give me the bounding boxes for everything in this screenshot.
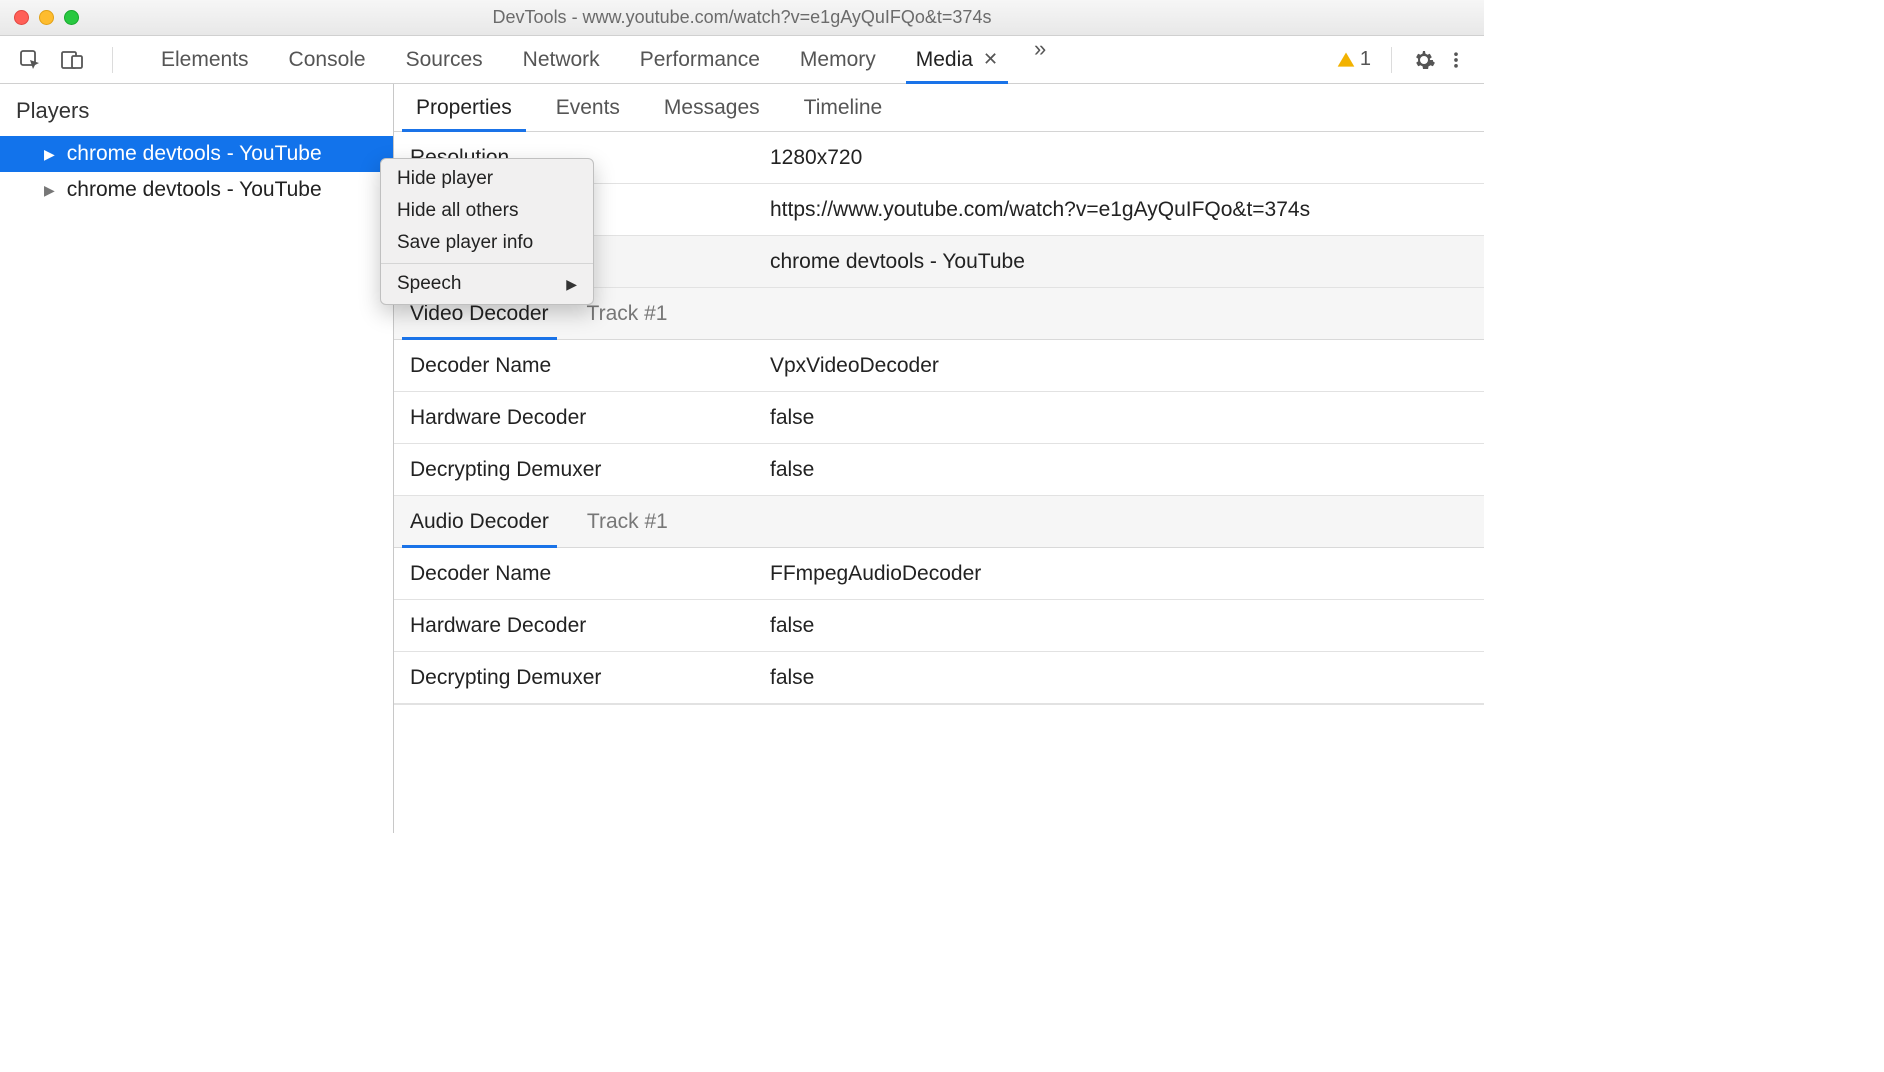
property-value: chrome devtools - YouTube: [762, 250, 1484, 274]
subtab-label: Messages: [664, 96, 760, 120]
property-value: false: [762, 406, 1484, 430]
context-menu-item-speech[interactable]: Speech ▶: [381, 268, 593, 300]
subtab-events[interactable]: Events: [534, 84, 642, 131]
property-row: Hardware Decoder false: [394, 600, 1484, 652]
inspect-element-icon[interactable]: [18, 48, 42, 72]
property-row: Decoder Name FFmpegAudioDecoder: [394, 548, 1484, 600]
window-close-button[interactable]: [14, 10, 29, 25]
player-item-label: chrome devtools - YouTube: [67, 178, 322, 202]
devtools-toolbar: Elements Console Sources Network Perform…: [0, 36, 1484, 84]
window-maximize-button[interactable]: [64, 10, 79, 25]
tab-memory[interactable]: Memory: [780, 36, 896, 83]
tab-media[interactable]: Media ✕: [896, 36, 1018, 83]
context-menu-item-hide-player[interactable]: Hide player: [381, 163, 593, 195]
context-menu-label: Hide all others: [397, 200, 518, 222]
property-key: Hardware Decoder: [394, 406, 762, 430]
property-key: Decoder Name: [394, 562, 762, 586]
device-toolbar-icon[interactable]: [60, 48, 84, 72]
tab-label: Sources: [406, 48, 483, 72]
tab-label: Performance: [640, 48, 760, 72]
properties-blank: [394, 704, 1484, 824]
toolbar-divider: [1391, 47, 1392, 73]
context-menu-item-hide-all-others[interactable]: Hide all others: [381, 195, 593, 227]
tab-network[interactable]: Network: [503, 36, 620, 83]
property-key: Hardware Decoder: [394, 614, 762, 638]
tab-console[interactable]: Console: [269, 36, 386, 83]
subtab-label: Properties: [416, 96, 512, 120]
property-key: Decrypting Demuxer: [394, 458, 762, 482]
player-item-label: chrome devtools - YouTube: [67, 142, 322, 166]
property-value: FFmpegAudioDecoder: [762, 562, 1484, 586]
tab-label: Memory: [800, 48, 876, 72]
tab-elements[interactable]: Elements: [141, 36, 269, 83]
window-minimize-button[interactable]: [39, 10, 54, 25]
property-value: 1280x720: [762, 146, 1484, 170]
window-titlebar: DevTools - www.youtube.com/watch?v=e1gAy…: [0, 0, 1484, 36]
context-menu-label: Save player info: [397, 232, 533, 254]
warning-count: 1: [1360, 48, 1371, 71]
property-value: false: [762, 666, 1484, 690]
property-key: Decrypting Demuxer: [394, 666, 762, 690]
kebab-menu-icon[interactable]: [1446, 48, 1466, 72]
section-name[interactable]: Audio Decoder: [394, 496, 565, 547]
gear-icon[interactable]: [1412, 48, 1436, 72]
window-controls: [0, 10, 79, 25]
context-menu-label: Hide player: [397, 168, 493, 190]
property-value: false: [762, 614, 1484, 638]
context-menu-label: Speech: [397, 273, 461, 295]
tab-performance[interactable]: Performance: [620, 36, 780, 83]
section-track[interactable]: Track #1: [565, 302, 668, 326]
tab-label: Media: [916, 48, 973, 72]
play-triangle-icon: ▶: [44, 146, 55, 163]
toolbar-divider: [112, 47, 113, 73]
section-header-audio-decoder: Audio Decoder Track #1: [394, 496, 1484, 548]
main-area: Players ▶ chrome devtools - YouTube ▶ ch…: [0, 84, 1484, 833]
property-row: Decoder Name VpxVideoDecoder: [394, 340, 1484, 392]
warnings-indicator[interactable]: 1: [1336, 48, 1371, 71]
player-item[interactable]: ▶ chrome devtools - YouTube: [0, 136, 393, 172]
section-track[interactable]: Track #1: [565, 510, 668, 534]
property-row: Decrypting Demuxer false: [394, 652, 1484, 704]
tab-label: Console: [289, 48, 366, 72]
subtab-timeline[interactable]: Timeline: [782, 84, 905, 131]
subtab-label: Events: [556, 96, 620, 120]
players-sidebar: Players ▶ chrome devtools - YouTube ▶ ch…: [0, 84, 394, 833]
property-value: https://www.youtube.com/watch?v=e1gAyQuI…: [762, 198, 1484, 222]
property-value: VpxVideoDecoder: [762, 354, 1484, 378]
sidebar-header: Players: [0, 84, 393, 136]
player-item[interactable]: ▶ chrome devtools - YouTube: [0, 172, 393, 208]
chevron-right-icon: ▶: [566, 276, 577, 293]
subtab-properties[interactable]: Properties: [394, 84, 534, 131]
context-menu-item-save-player-info[interactable]: Save player info: [381, 227, 593, 259]
tab-label: Network: [523, 48, 600, 72]
property-row: Decrypting Demuxer false: [394, 444, 1484, 496]
property-row: Hardware Decoder false: [394, 392, 1484, 444]
play-triangle-icon: ▶: [44, 182, 55, 199]
tab-sources[interactable]: Sources: [386, 36, 503, 83]
more-tabs-button[interactable]: »: [1018, 36, 1062, 83]
subtab-messages[interactable]: Messages: [642, 84, 782, 131]
property-value: false: [762, 458, 1484, 482]
context-menu: Hide player Hide all others Save player …: [380, 158, 594, 305]
window-title: DevTools - www.youtube.com/watch?v=e1gAy…: [0, 7, 1484, 28]
subtab-label: Timeline: [804, 96, 883, 120]
close-icon[interactable]: ✕: [983, 49, 998, 70]
property-key: Decoder Name: [394, 354, 762, 378]
tab-label: Elements: [161, 48, 249, 72]
devtools-tabs: Elements Console Sources Network Perform…: [141, 36, 1062, 83]
context-menu-separator: [381, 263, 593, 264]
media-subtabs: Properties Events Messages Timeline: [394, 84, 1484, 132]
